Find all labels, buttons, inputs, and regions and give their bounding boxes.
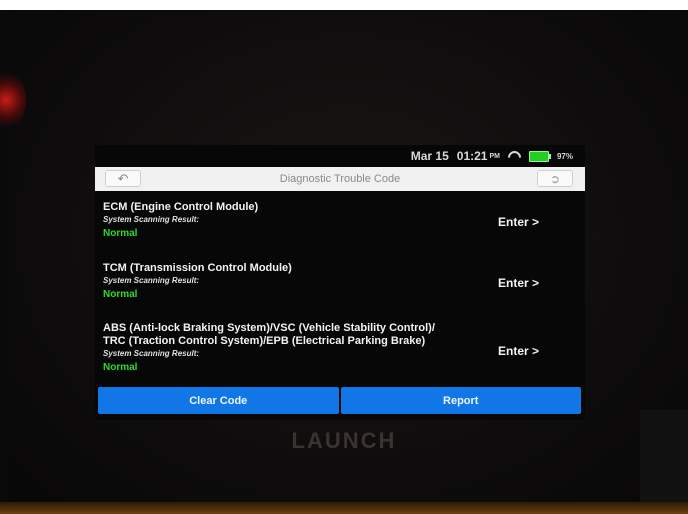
wifi-icon bbox=[508, 151, 521, 161]
photo-top-edge bbox=[0, 0, 688, 10]
clear-code-button[interactable]: Clear Code bbox=[98, 387, 339, 414]
module-row-tcm: TCM (Transmission Control Module) System… bbox=[103, 262, 577, 300]
battery-percent: 97% bbox=[556, 151, 573, 161]
status-date: Mar 15 bbox=[410, 149, 449, 163]
action-bar: Clear Code Report bbox=[98, 387, 581, 414]
enter-button-ecm[interactable]: Enter > bbox=[498, 215, 539, 229]
status-time: 01:21 bbox=[456, 149, 488, 163]
back-button[interactable]: ↶ bbox=[105, 170, 141, 187]
battery-icon bbox=[528, 150, 551, 162]
module-row-abs: ABS (Anti-lock Braking System)/VSC (Vehi… bbox=[103, 322, 577, 373]
device-screen: Mar 15 01:21 PM 97% ↶ Diagnostic Trouble… bbox=[95, 145, 585, 420]
module-name: ECM (Engine Control Module) bbox=[103, 201, 259, 213]
scan-result-value: Normal bbox=[103, 289, 138, 300]
exit-button[interactable]: ➲ bbox=[537, 170, 573, 187]
module-row-ecm: ECM (Engine Control Module) System Scann… bbox=[103, 201, 577, 239]
title-bar: ↶ Diagnostic Trouble Code ➲ bbox=[95, 167, 585, 191]
enter-button-tcm[interactable]: Enter > bbox=[498, 276, 539, 290]
scan-result-value: Normal bbox=[103, 228, 138, 239]
module-name: TCM (Transmission Control Module) bbox=[103, 262, 292, 274]
scan-result-value: Normal bbox=[103, 362, 138, 373]
report-button[interactable]: Report bbox=[340, 387, 581, 414]
module-name-line1: ABS (Anti-lock Braking System)/VSC (Vehi… bbox=[103, 322, 435, 334]
enter-button-abs[interactable]: Enter > bbox=[498, 344, 539, 358]
device-brand-logo: LAUNCH bbox=[291, 428, 397, 453]
status-bar: Mar 15 01:21 PM 97% bbox=[95, 145, 585, 167]
status-ampm: PM bbox=[489, 152, 500, 160]
device-bottom-edge bbox=[0, 502, 688, 514]
back-arrow-icon: ↶ bbox=[117, 170, 129, 186]
page-title: Diagnostic Trouble Code bbox=[279, 173, 401, 185]
device-stand bbox=[640, 410, 688, 502]
exit-icon: ➲ bbox=[549, 171, 561, 186]
